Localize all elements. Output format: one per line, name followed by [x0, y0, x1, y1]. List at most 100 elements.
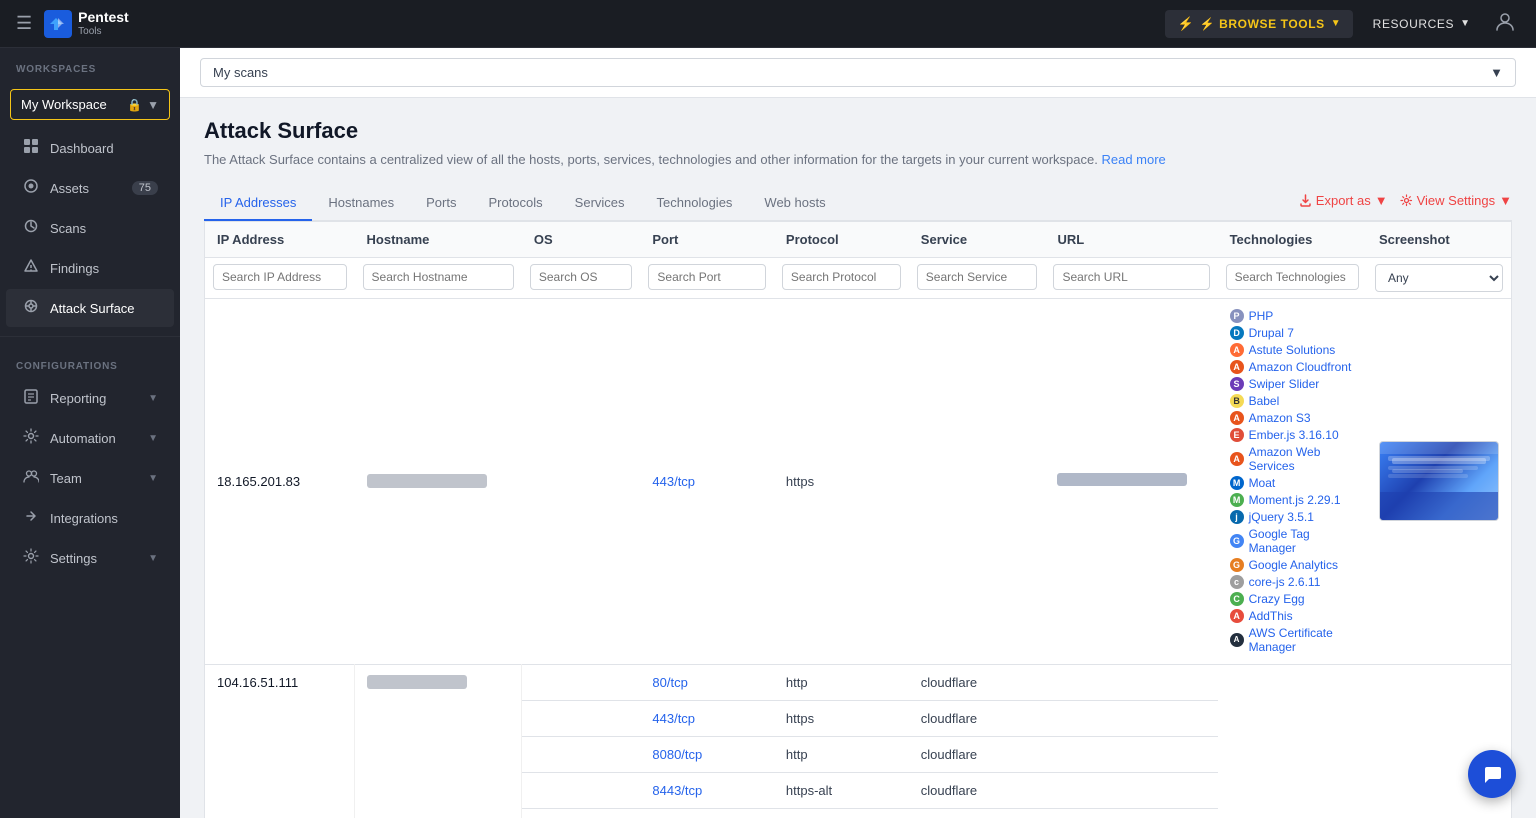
cell-service: cloudflare — [909, 700, 1046, 736]
resources-chevron-icon: ▼ — [1460, 18, 1470, 29]
tech-corejs[interactable]: c core-js 2.6.11 — [1230, 575, 1355, 589]
logo-sub: Tools — [78, 26, 129, 37]
sidebar-item-team[interactable]: Team ▼ — [6, 459, 174, 497]
cell-port[interactable]: 8080/tcp — [640, 736, 774, 772]
cell-port[interactable]: 8443/tcp — [640, 772, 774, 808]
cell-os — [522, 664, 641, 700]
sidebar-item-label: Attack Surface — [50, 301, 135, 316]
cell-url — [1045, 808, 1217, 818]
search-ip-input[interactable] — [213, 264, 347, 290]
col-header-hostname: Hostname — [355, 222, 522, 258]
sidebar-item-attack-surface[interactable]: Attack Surface — [6, 289, 174, 327]
cell-ip: 18.165.201.83 — [205, 298, 355, 664]
sidebar-item-dashboard[interactable]: Dashboard — [6, 129, 174, 167]
sidebar-item-reporting[interactable]: Reporting ▼ — [6, 379, 174, 417]
sidebar-item-settings[interactable]: Settings ▼ — [6, 539, 174, 577]
table-header-row: IP Address Hostname OS Port Protocol Ser… — [205, 222, 1511, 258]
screenshot-thumbnail — [1379, 441, 1499, 521]
tab-technologies[interactable]: Technologies — [641, 186, 749, 221]
hostname-blurred — [367, 474, 487, 488]
integrations-icon — [22, 508, 40, 528]
cell-screenshot — [1367, 298, 1511, 664]
chat-icon — [1481, 763, 1503, 785]
chat-bubble-button[interactable] — [1468, 750, 1516, 798]
cell-url — [1045, 736, 1217, 772]
tech-babel[interactable]: B Babel — [1230, 394, 1355, 408]
scan-selector-bar: My scans ▼ — [180, 48, 1536, 98]
attack-surface-icon — [22, 298, 40, 318]
cell-protocol: https-alt — [774, 772, 909, 808]
tech-addthis[interactable]: A AddThis — [1230, 609, 1355, 623]
tech-ga[interactable]: G Google Analytics — [1230, 558, 1355, 572]
tech-drupal[interactable]: D Drupal 7 — [1230, 326, 1355, 340]
tech-amazons3[interactable]: A Amazon S3 — [1230, 411, 1355, 425]
tech-gtm[interactable]: G Google Tag Manager — [1230, 527, 1355, 555]
scans-icon — [22, 218, 40, 238]
search-row: Any — [205, 257, 1511, 298]
tech-crazyegg[interactable]: C Crazy Egg — [1230, 592, 1355, 606]
sidebar-item-integrations[interactable]: Integrations — [6, 499, 174, 537]
findings-icon — [22, 258, 40, 278]
tab-web-hosts[interactable]: Web hosts — [748, 186, 841, 221]
view-settings-button[interactable]: View Settings ▼ — [1400, 193, 1512, 208]
search-technologies-input[interactable] — [1226, 264, 1359, 290]
col-header-os: OS — [522, 222, 641, 258]
logo-text: Pentest — [78, 10, 129, 25]
tab-services[interactable]: Services — [559, 186, 641, 221]
menu-icon[interactable]: ☰ — [16, 13, 32, 34]
col-header-technologies: Technologies — [1218, 222, 1367, 258]
tech-momentjs[interactable]: M Moment.js 2.29.1 — [1230, 493, 1355, 507]
sidebar-item-label: Team — [50, 471, 82, 486]
tech-cloudfront[interactable]: A Amazon Cloudfront — [1230, 360, 1355, 374]
cell-port[interactable]: 443/tcp — [640, 298, 774, 664]
cell-service: cloudflare — [909, 736, 1046, 772]
tech-astute[interactable]: A Astute Solutions — [1230, 343, 1355, 357]
screenshot-filter-select[interactable]: Any — [1375, 264, 1503, 292]
tech-jquery[interactable]: j jQuery 3.5.1 — [1230, 510, 1355, 524]
reporting-icon — [22, 388, 40, 408]
tab-hostnames[interactable]: Hostnames — [312, 186, 410, 221]
tab-ip-addresses[interactable]: IP Addresses — [204, 186, 312, 221]
export-button[interactable]: Export as ▼ — [1299, 193, 1388, 208]
resources-button[interactable]: RESOURCES ▼ — [1361, 11, 1482, 37]
search-os-input[interactable] — [530, 264, 633, 290]
tech-emberjs[interactable]: E Ember.js 3.16.10 — [1230, 428, 1355, 442]
workspace-chevron-icon: ▼ — [147, 98, 159, 112]
browse-tools-chevron-icon: ▼ — [1331, 18, 1341, 29]
read-more-link[interactable]: Read more — [1101, 152, 1165, 167]
browse-tools-button[interactable]: ⚡ ⚡ BROWSE TOOLS ▼ — [1165, 10, 1352, 38]
cell-port[interactable]: 443/tcp — [640, 700, 774, 736]
settings-icon — [22, 548, 40, 568]
tech-swiper[interactable]: S Swiper Slider — [1230, 377, 1355, 391]
col-header-protocol: Protocol — [774, 222, 909, 258]
search-service-input[interactable] — [917, 264, 1038, 290]
page-title: Attack Surface — [204, 118, 1512, 144]
search-url-input[interactable] — [1053, 264, 1209, 290]
search-hostname-input[interactable] — [363, 264, 514, 290]
cell-protocol: https — [774, 700, 909, 736]
cell-protocol: http — [774, 664, 909, 700]
workspace-selector[interactable]: My Workspace 🔒 ▼ — [10, 89, 170, 120]
tech-awscm[interactable]: A AWS Certificate Manager — [1230, 626, 1355, 654]
search-protocol-input[interactable] — [782, 264, 901, 290]
tech-moat[interactable]: M Moat — [1230, 476, 1355, 490]
sidebar-item-scans[interactable]: Scans — [6, 209, 174, 247]
user-icon — [1494, 10, 1516, 32]
cell-port[interactable]: 80/tcp — [640, 664, 774, 700]
search-port-input[interactable] — [648, 264, 766, 290]
sidebar-item-findings[interactable]: Findings — [6, 249, 174, 287]
sidebar: WORKSPACES My Workspace 🔒 ▼ Dashboard As… — [0, 48, 180, 818]
tab-ports[interactable]: Ports — [410, 186, 472, 221]
tabs-header: IP Addresses Hostnames Ports Protocols S… — [204, 186, 1512, 221]
tech-php[interactable]: P PHP — [1230, 309, 1355, 323]
tab-protocols[interactable]: Protocols — [472, 186, 558, 221]
sidebar-item-automation[interactable]: Automation ▼ — [6, 419, 174, 457]
scan-dropdown[interactable]: My scans ▼ — [200, 58, 1516, 87]
sidebar-item-assets[interactable]: Assets 75 — [6, 169, 174, 207]
cell-port[interactable]: 80/tcp — [640, 808, 774, 818]
cell-os — [522, 772, 641, 808]
export-chevron-icon: ▼ — [1375, 193, 1388, 208]
tech-aws[interactable]: A Amazon Web Services — [1230, 445, 1355, 473]
user-menu-button[interactable] — [1490, 6, 1520, 42]
scan-dropdown-chevron-icon: ▼ — [1490, 65, 1503, 80]
